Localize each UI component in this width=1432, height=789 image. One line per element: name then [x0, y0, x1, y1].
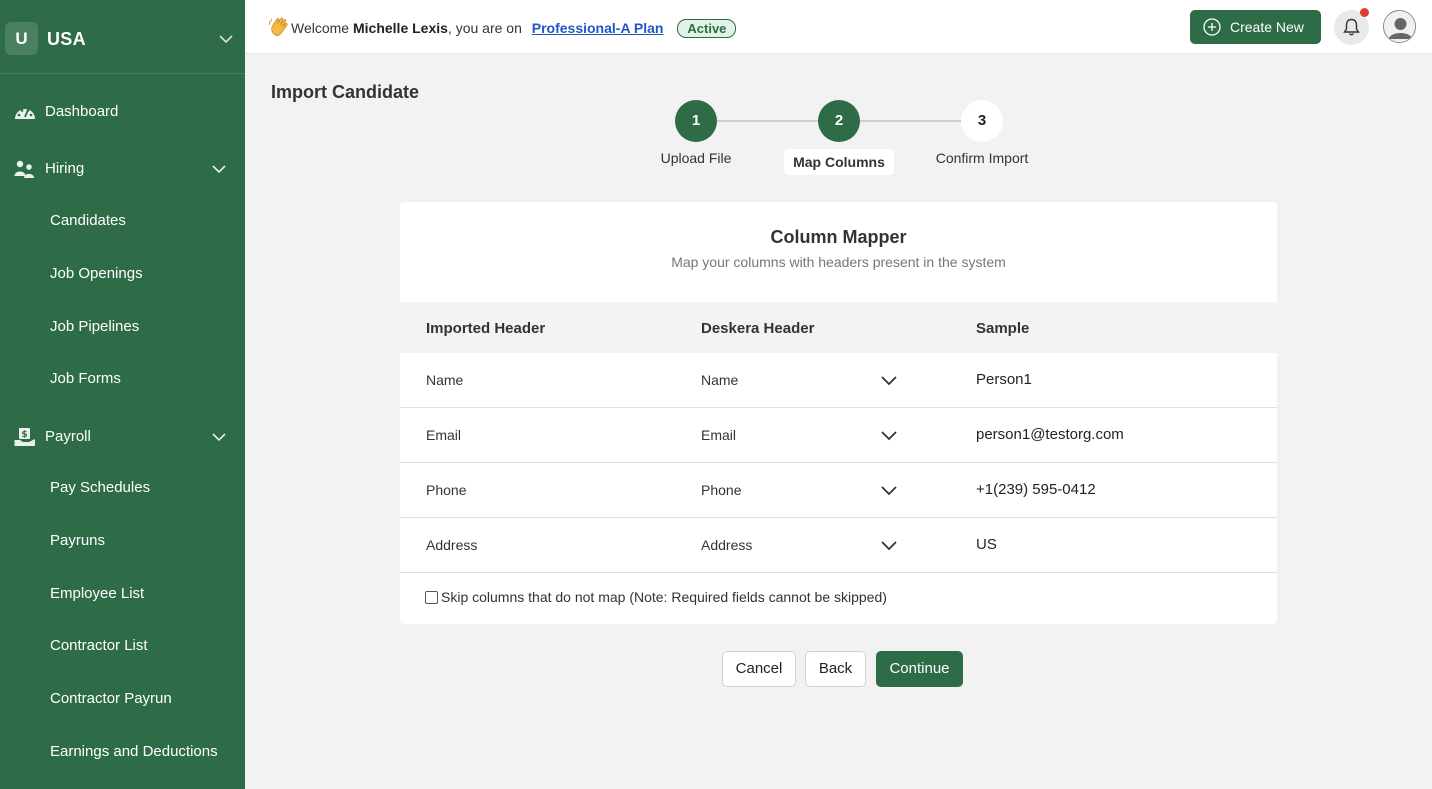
waving-hand-icon: [269, 17, 288, 36]
sidebar-item-label: Contractor List: [50, 637, 148, 654]
user-avatar[interactable]: [1383, 10, 1416, 43]
sample-cell: Person1: [976, 371, 1032, 388]
skip-columns-label: Skip columns that do not map (Note: Requ…: [441, 589, 887, 605]
card-title: Column Mapper: [770, 227, 907, 247]
sidebar-item-label: Hiring: [45, 160, 85, 177]
svg-text:$: $: [21, 430, 27, 440]
card-subtitle: Map your columns with headers present in…: [671, 254, 1006, 270]
chevron-down-icon[interactable]: [880, 428, 898, 444]
cancel-button[interactable]: Cancel: [722, 651, 796, 687]
sidebar-item-contractor-payrun[interactable]: Contractor Payrun: [0, 679, 245, 719]
create-new-label: Create New: [1230, 19, 1304, 35]
table-row: Name Name Person1: [400, 353, 1277, 408]
sidebar-item-label: Payroll: [45, 428, 91, 445]
back-button[interactable]: Back: [805, 651, 866, 687]
user-name: Michelle Lexis: [352, 20, 448, 36]
sidebar-item-candidates[interactable]: Candidates: [0, 201, 245, 241]
top-header: Welcome Michelle Lexis, you are on Profe…: [245, 0, 1432, 54]
sidebar-item-label: Payruns: [50, 532, 106, 549]
sidebar-item-label: Job Pipelines: [50, 318, 140, 335]
plus-circle-icon: [1203, 18, 1221, 36]
notification-dot: [1360, 8, 1369, 17]
user-icon: [1384, 11, 1415, 42]
step-3-label: Confirm Import: [935, 150, 1029, 166]
dashboard-icon: [15, 109, 35, 119]
chevron-down-icon[interactable]: [211, 161, 227, 177]
chevron-down-icon[interactable]: [211, 429, 227, 445]
create-new-button[interactable]: Create New: [1190, 10, 1321, 44]
imported-header-cell: Email: [426, 427, 462, 443]
deskera-header-select[interactable]: Name: [701, 372, 738, 388]
sidebar-item-label: Job Forms: [50, 370, 121, 387]
sidebar-item-label: Pay Schedules: [50, 479, 151, 496]
sidebar-item-payruns[interactable]: Payruns: [0, 521, 245, 561]
table-row: Address Address US: [400, 518, 1277, 573]
deskera-header-select[interactable]: Address: [701, 537, 752, 553]
org-avatar: U: [5, 22, 38, 55]
imported-header-cell: Name: [426, 372, 464, 388]
skip-columns-option[interactable]: Skip columns that do not map (Note: Requ…: [425, 589, 887, 605]
notifications-button[interactable]: [1334, 8, 1369, 45]
sidebar-item-earnings-deductions[interactable]: Earnings and Deductions: [0, 732, 245, 772]
imported-header-cell: Address: [426, 537, 478, 553]
chevron-down-icon[interactable]: [880, 538, 898, 554]
sidebar-item-label: Contractor Payrun: [50, 690, 172, 707]
sidebar-item-job-pipelines[interactable]: Job Pipelines: [0, 307, 245, 347]
table-row: Email Email person1@testorg.com: [400, 408, 1277, 463]
step-2-circle: 2: [818, 100, 860, 142]
column-header: Deskera Header: [701, 320, 815, 337]
sidebar-item-label: Earnings and Deductions: [50, 743, 218, 760]
continue-button[interactable]: Continue: [876, 651, 963, 687]
column-header: Sample: [976, 320, 1030, 337]
sidebar-item-job-openings[interactable]: Job Openings: [0, 254, 245, 294]
deskera-header-select[interactable]: Email: [701, 427, 736, 443]
bell-icon: [1343, 18, 1360, 36]
imported-header-cell: Phone: [426, 482, 467, 498]
org-name: USA: [47, 29, 86, 49]
step-3-circle: 3: [961, 100, 1003, 142]
column-header: Imported Header: [426, 320, 546, 337]
step-1-label: Upload File: [660, 150, 732, 166]
step-connector: [716, 120, 819, 122]
payroll-icon: $: [14, 428, 35, 446]
step-connector: [859, 120, 962, 122]
sidebar-item-label: Employee List: [50, 585, 145, 602]
sidebar-item-hiring[interactable]: Hiring: [0, 149, 245, 189]
skip-columns-checkbox[interactable]: [425, 591, 438, 604]
page-title: Import Candidate: [271, 82, 420, 102]
deskera-header-select[interactable]: Phone: [701, 482, 741, 498]
table-header: Imported Header Deskera Header Sample: [400, 302, 1277, 353]
chevron-down-icon[interactable]: [880, 483, 898, 499]
org-switcher[interactable]: U USA: [0, 0, 245, 74]
sidebar-item-pay-schedules[interactable]: Pay Schedules: [0, 468, 245, 508]
sample-cell: person1@testorg.com: [976, 426, 1124, 443]
table-row: Phone Phone +1(239) 595-0412: [400, 463, 1277, 518]
sidebar-item-payroll[interactable]: $ Payroll: [0, 417, 245, 457]
sidebar-item-label: Dashboard: [45, 103, 119, 120]
status-badge: Active: [677, 19, 737, 38]
chevron-down-icon: [219, 35, 233, 44]
sample-cell: US: [976, 536, 997, 553]
sidebar-item-label: Job Openings: [50, 265, 143, 282]
sidebar-item-label: Candidates: [50, 212, 126, 229]
plan-link[interactable]: Professional-A Plan: [532, 20, 664, 36]
welcome-message: Welcome Michelle Lexis, you are on Profe…: [269, 17, 737, 38]
welcome-prefix: Welcome: [291, 20, 350, 36]
step-2-label: Map Columns: [784, 149, 894, 175]
chevron-down-icon[interactable]: [880, 373, 898, 389]
sidebar: U USA Dashboard Hiring Candidates Job Op…: [0, 0, 245, 789]
sidebar-item-contractor-list[interactable]: Contractor List: [0, 626, 245, 666]
users-icon: [14, 160, 34, 178]
column-mapper-card: Column Mapper Map your columns with head…: [400, 202, 1277, 624]
sidebar-item-employee-list[interactable]: Employee List: [0, 574, 245, 614]
sidebar-item-dashboard[interactable]: Dashboard: [0, 92, 245, 132]
plan-prefix: , you are on: [447, 20, 522, 36]
sidebar-item-job-forms[interactable]: Job Forms: [0, 359, 245, 399]
step-1-circle: 1: [675, 100, 717, 142]
sample-cell: +1(239) 595-0412: [976, 481, 1096, 498]
